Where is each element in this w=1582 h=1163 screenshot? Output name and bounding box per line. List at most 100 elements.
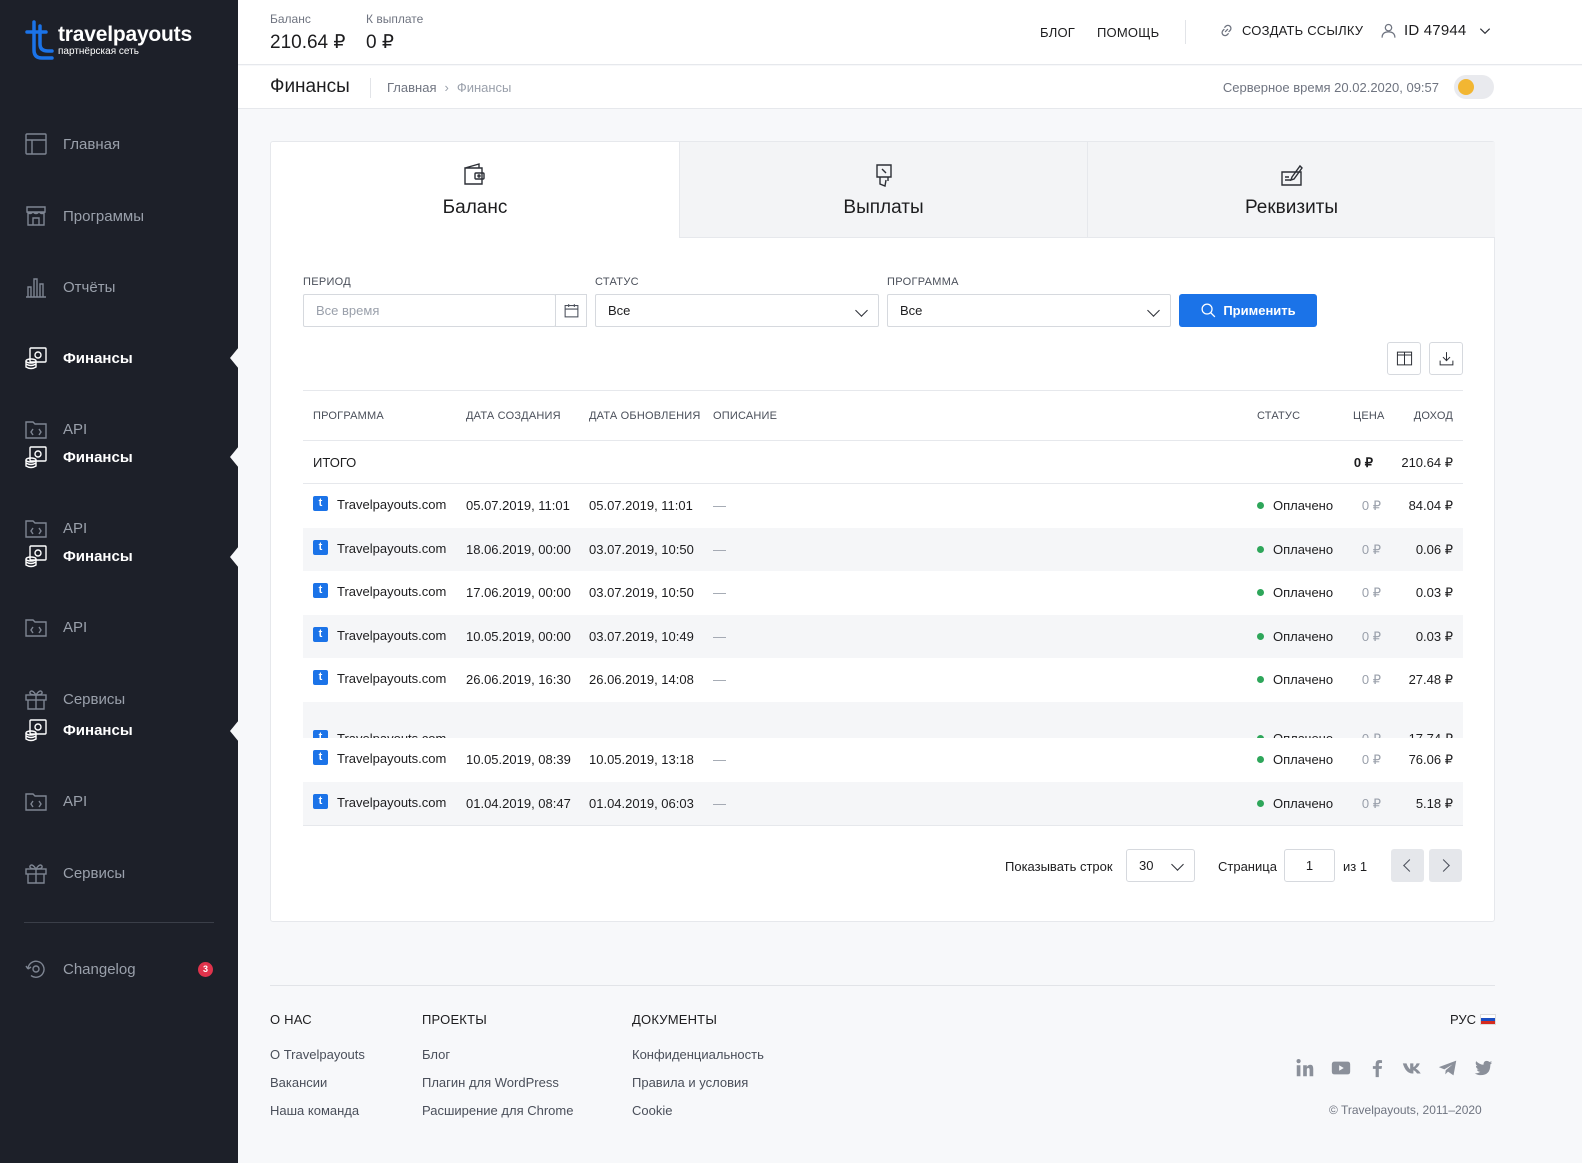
blog-link[interactable]: БЛОГ: [1040, 25, 1075, 40]
sidebar-item-api[interactable]: API: [24, 789, 87, 813]
footer-link[interactable]: Cookie: [632, 1103, 764, 1118]
cell-price: 0 ₽: [1361, 751, 1381, 767]
create-link-button[interactable]: СОЗДАТЬ ССЫЛКУ: [1218, 22, 1363, 39]
vk-icon[interactable]: [1401, 1057, 1423, 1079]
cell-program[interactable]: Travelpayouts.com: [337, 584, 446, 599]
cell-updated: 10.05.2019, 13:18: [589, 751, 694, 767]
sidebar-item-label: Сервисы: [63, 864, 126, 882]
cell-program[interactable]: Travelpayouts.com: [337, 628, 446, 643]
sidebar-item-services[interactable]: Сервисы: [24, 687, 125, 711]
chevron-down-icon: [1171, 858, 1184, 871]
sidebar-item-reports[interactable]: Отчёты: [24, 275, 115, 299]
telegram-icon[interactable]: [1437, 1057, 1459, 1079]
program-logo-icon: t: [313, 729, 328, 738]
footer-link[interactable]: Блог: [422, 1047, 573, 1062]
header-program[interactable]: ПРОГРАММА: [313, 410, 384, 422]
sidebar-item-api[interactable]: API: [24, 417, 87, 441]
next-page-button[interactable]: [1429, 849, 1462, 882]
cell-status: Оплачено: [1257, 796, 1333, 811]
program-select[interactable]: Все: [887, 294, 1171, 327]
apply-button[interactable]: Применить: [1179, 294, 1317, 327]
table-bottom-border: [303, 825, 1463, 827]
sidebar-item-changelog[interactable]: Changelog: [24, 957, 136, 981]
cell-price: 0 ₽: [1361, 672, 1381, 688]
sidebar-item-api[interactable]: API: [24, 615, 87, 639]
cell-income: 5.18 ₽: [1415, 795, 1453, 811]
cell-description: —: [713, 795, 726, 811]
sidebar-item-finance[interactable]: Финансы: [24, 718, 133, 742]
youtube-icon[interactable]: [1330, 1057, 1352, 1079]
tab-requisites[interactable]: Реквизиты: [1087, 142, 1495, 238]
footer-link[interactable]: Конфиденциальность: [632, 1047, 764, 1062]
active-indicator: [230, 446, 239, 468]
columns-button[interactable]: [1387, 342, 1421, 375]
table-row[interactable]: t Travelpayouts.com Оплачено 0 ₽ 17.74 ₽: [303, 701, 1463, 738]
header-price[interactable]: ЦЕНА: [1353, 410, 1385, 422]
sidebar-item-finance[interactable]: Финансы: [24, 445, 133, 469]
cell-price: 0 ₽: [1361, 585, 1381, 601]
header-income[interactable]: ДОХОД: [1414, 410, 1453, 422]
logo[interactable]: travelpayouts партнёрская сеть: [24, 20, 192, 60]
footer-link[interactable]: Плагин для WordPress: [422, 1075, 573, 1090]
sidebar-item-finance[interactable]: Финансы: [24, 544, 133, 568]
cell-program[interactable]: Travelpayouts.com: [337, 671, 446, 686]
download-button[interactable]: [1429, 342, 1463, 375]
cell-program[interactable]: Travelpayouts.com: [337, 751, 446, 766]
footer-link[interactable]: Наша команда: [270, 1103, 365, 1118]
cell-program[interactable]: Travelpayouts.com: [337, 497, 446, 512]
help-link[interactable]: ПОМОЩЬ: [1097, 25, 1159, 40]
sidebar-divider: [24, 922, 214, 923]
breadcrumb: Главная › Финансы: [387, 80, 511, 95]
language-switch[interactable]: РУС: [1450, 1012, 1497, 1027]
status-select[interactable]: Все: [595, 294, 879, 327]
gift-icon: [25, 690, 47, 710]
footer-link[interactable]: Вакансии: [270, 1075, 365, 1090]
sidebar-item-services[interactable]: Сервисы: [24, 861, 125, 885]
cell-created: 17.06.2019, 00:00: [466, 585, 571, 601]
cell-program[interactable]: Travelpayouts.com: [337, 795, 446, 810]
period-input[interactable]: Все время: [303, 294, 556, 327]
breadcrumb-home[interactable]: Главная: [387, 80, 436, 95]
page-input[interactable]: 1: [1284, 849, 1335, 882]
sidebar-item-home[interactable]: Главная: [24, 132, 120, 156]
rows-per-page-select[interactable]: 30: [1126, 849, 1195, 882]
dashboard-icon: [25, 133, 47, 155]
tab-payouts[interactable]: Выплаты: [679, 142, 1087, 238]
header-updated[interactable]: ДАТА ОБНОВЛЕНИЯ: [589, 410, 701, 422]
sidebar-item-finance[interactable]: Финансы: [24, 346, 133, 370]
finance-card: Баланс Выплаты Реквизиты ПЕРИОД Все врем…: [270, 141, 1495, 922]
table-row[interactable]: t Travelpayouts.com 01.04.2019, 08:47 01.04…: [303, 781, 1463, 826]
program-logo-icon: t: [313, 583, 328, 599]
sidebar-item-programs[interactable]: Программы: [24, 204, 144, 228]
header-status[interactable]: СТАТУС: [1257, 410, 1300, 422]
cell-program[interactable]: Travelpayouts.com: [337, 541, 446, 556]
table-row[interactable]: t Travelpayouts.com 17.06.2019, 00:00 03.07…: [303, 571, 1463, 615]
active-indicator: [230, 720, 239, 742]
sidebar-item-label: Сервисы: [63, 690, 126, 708]
table-row[interactable]: t Travelpayouts.com 10.05.2019, 00:00 03.07…: [303, 614, 1463, 659]
theme-toggle[interactable]: [1454, 75, 1494, 99]
prev-page-button[interactable]: [1391, 849, 1424, 882]
footer-link[interactable]: Расширение для Chrome: [422, 1103, 573, 1118]
facebook-icon[interactable]: [1366, 1057, 1388, 1079]
footer-link[interactable]: Правила и условия: [632, 1075, 764, 1090]
tab-balance[interactable]: Баланс: [271, 142, 679, 238]
linkedin-icon[interactable]: [1294, 1057, 1316, 1079]
footer-link[interactable]: О Travelpayouts: [270, 1047, 365, 1062]
sidebar-item-api[interactable]: API: [24, 516, 87, 540]
table-row[interactable]: t Travelpayouts.com 26.06.2019, 16:30 26.06…: [303, 658, 1463, 702]
user-menu[interactable]: ID 47944: [1380, 22, 1492, 39]
header-created[interactable]: ДАТА СОЗДАНИЯ: [466, 410, 561, 422]
cell-program[interactable]: Travelpayouts.com: [337, 731, 446, 738]
table-row[interactable]: t Travelpayouts.com 18.06.2019, 00:00 03.07…: [303, 527, 1463, 572]
cell-description: —: [713, 628, 726, 644]
footer-about-heading: О НАС: [270, 1012, 312, 1027]
program-logo-icon: t: [313, 496, 328, 511]
calendar-button[interactable]: [555, 294, 587, 327]
table-row[interactable]: t Travelpayouts.com 05.07.2019, 11:01 05.07…: [303, 484, 1463, 528]
table-row[interactable]: t Travelpayouts.com 10.05.2019, 08:39 10.05…: [303, 738, 1463, 782]
server-time: Серверное время 20.02.2020, 09:57: [1222, 80, 1439, 95]
status-select-value: Все: [608, 303, 631, 318]
tab-label: Баланс: [442, 197, 508, 218]
twitter-icon[interactable]: [1472, 1057, 1494, 1079]
